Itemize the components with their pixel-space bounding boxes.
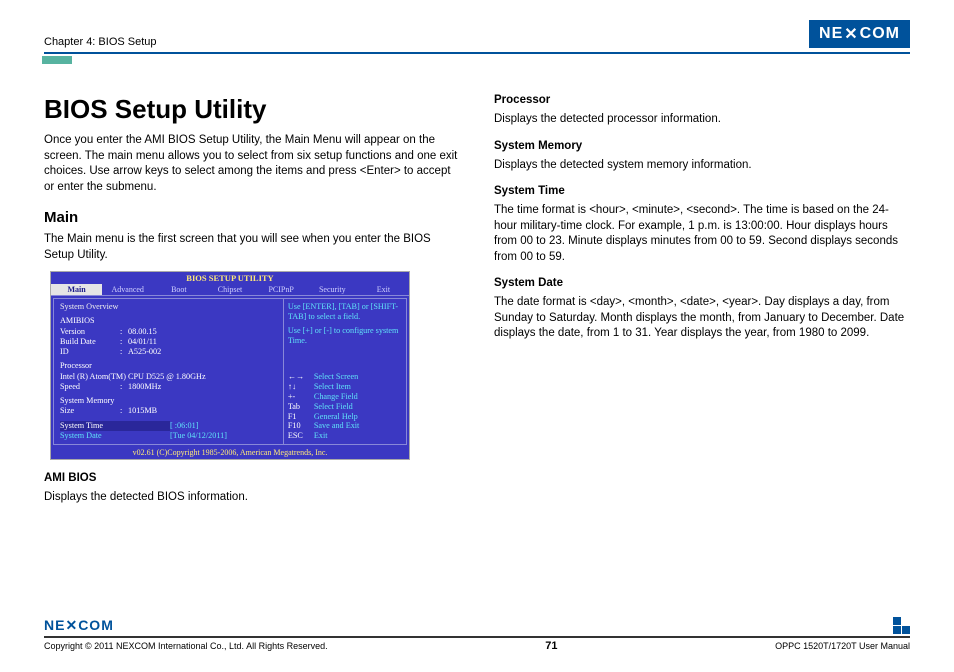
- header-accent-stub: [42, 56, 72, 64]
- bios-menu-bar: Main Advanced Boot Chipset PCIPnP Securi…: [51, 284, 409, 295]
- main-heading: Main: [44, 209, 458, 226]
- bios-field-date: System Date[Tue 04/12/2011]: [60, 431, 277, 441]
- bios-menu-pcipnp: PCIPnP: [256, 284, 307, 295]
- page-header: Chapter 4: BIOS Setup NE✕COM: [44, 20, 910, 48]
- footer-brand-logo: NE✕COM: [44, 617, 114, 634]
- bios-processor-name: Intel (R) Atom(TM) CPU D525 @ 1.80GHz: [60, 372, 277, 382]
- processor-paragraph: Displays the detected processor informat…: [494, 112, 908, 128]
- bios-row-id: ID:A525-002: [60, 347, 277, 357]
- bios-memory-heading: System Memory: [60, 396, 277, 406]
- brand-logo: NE✕COM: [809, 20, 910, 48]
- memory-heading: System Memory: [494, 140, 908, 152]
- bios-key-row: F10Save and Exit: [288, 421, 402, 431]
- page-number: 71: [545, 640, 557, 652]
- header-rule: [44, 52, 910, 54]
- bios-right-pane: Use [ENTER], [TAB] or [SHIFT-TAB] to sel…: [283, 298, 407, 445]
- footer-rule: [44, 636, 910, 638]
- date-heading: System Date: [494, 277, 908, 289]
- memory-paragraph: Displays the detected system memory info…: [494, 158, 908, 174]
- page-title: BIOS Setup Utility: [44, 94, 458, 125]
- bios-key-row: ESCExit: [288, 431, 402, 441]
- page-footer: NE✕COM Copyright © 2011 NEXCOM Internati…: [44, 617, 910, 652]
- ami-bios-heading: AMI BIOS: [44, 472, 458, 484]
- footer-squares-icon: [893, 617, 910, 634]
- footer-line: Copyright © 2011 NEXCOM International Co…: [44, 640, 910, 652]
- time-paragraph: The time format is <hour>, <minute>, <se…: [494, 203, 908, 265]
- left-column: BIOS Setup Utility Once you enter the AM…: [44, 94, 458, 512]
- bios-key-row: F1General Help: [288, 412, 402, 422]
- bios-menu-exit: Exit: [358, 284, 409, 295]
- bios-field-time: System Time[ :06:01]: [60, 421, 277, 431]
- bios-title: BIOS SETUP UTILITY: [51, 272, 409, 284]
- bios-row-size: Size:1015MB: [60, 406, 277, 416]
- main-paragraph: The Main menu is the first screen that y…: [44, 232, 458, 263]
- date-paragraph: The date format is <day>, <month>, <date…: [494, 295, 908, 342]
- bios-footer: v02.61 (C)Copyright 1985-2006, American …: [51, 447, 409, 459]
- ami-bios-paragraph: Displays the detected BIOS information.: [44, 490, 458, 506]
- time-heading: System Time: [494, 185, 908, 197]
- logo-x-icon: ✕: [844, 24, 858, 44]
- bios-help-1: Use [ENTER], [TAB] or [SHIFT-TAB] to sel…: [288, 302, 402, 322]
- bios-amibios-heading: AMIBIOS: [60, 316, 277, 326]
- bios-help-2: Use [+] or [-] to configure system Time.: [288, 326, 402, 346]
- bios-left-pane: System Overview AMIBIOS Version:08.00.15…: [53, 298, 283, 445]
- bios-screenshot: BIOS SETUP UTILITY Main Advanced Boot Ch…: [50, 271, 410, 460]
- copyright-text: Copyright © 2011 NEXCOM International Co…: [44, 641, 328, 651]
- bios-menu-main: Main: [51, 284, 102, 295]
- bios-menu-advanced: Advanced: [102, 284, 153, 295]
- bios-row-build: Build Date:04/01/11: [60, 337, 277, 347]
- bios-overview-label: System Overview: [60, 302, 277, 312]
- bios-row-speed: Speed:1800MHz: [60, 382, 277, 392]
- logo-x-icon: ✕: [65, 617, 78, 633]
- processor-heading: Processor: [494, 94, 908, 106]
- bios-menu-security: Security: [307, 284, 358, 295]
- bios-row-version: Version:08.00.15: [60, 327, 277, 337]
- content-columns: BIOS Setup Utility Once you enter the AM…: [44, 94, 910, 512]
- bios-key-row: ↑↓Select Item: [288, 382, 402, 392]
- intro-paragraph: Once you enter the AMI BIOS Setup Utilit…: [44, 133, 458, 195]
- bios-key-legend: ←→Select Screen ↑↓Select Item +-Change F…: [288, 372, 402, 441]
- bios-menu-chipset: Chipset: [204, 284, 255, 295]
- bios-processor-heading: Processor: [60, 361, 277, 371]
- chapter-label: Chapter 4: BIOS Setup: [44, 36, 157, 48]
- bios-key-row: ←→Select Screen: [288, 372, 402, 382]
- document-title: OPPC 1520T/1720T User Manual: [775, 641, 910, 651]
- bios-menu-boot: Boot: [153, 284, 204, 295]
- bios-body: System Overview AMIBIOS Version:08.00.15…: [51, 295, 409, 447]
- bios-key-row: +-Change Field: [288, 392, 402, 402]
- bios-key-row: TabSelect Field: [288, 402, 402, 412]
- right-column: Processor Displays the detected processo…: [494, 94, 908, 512]
